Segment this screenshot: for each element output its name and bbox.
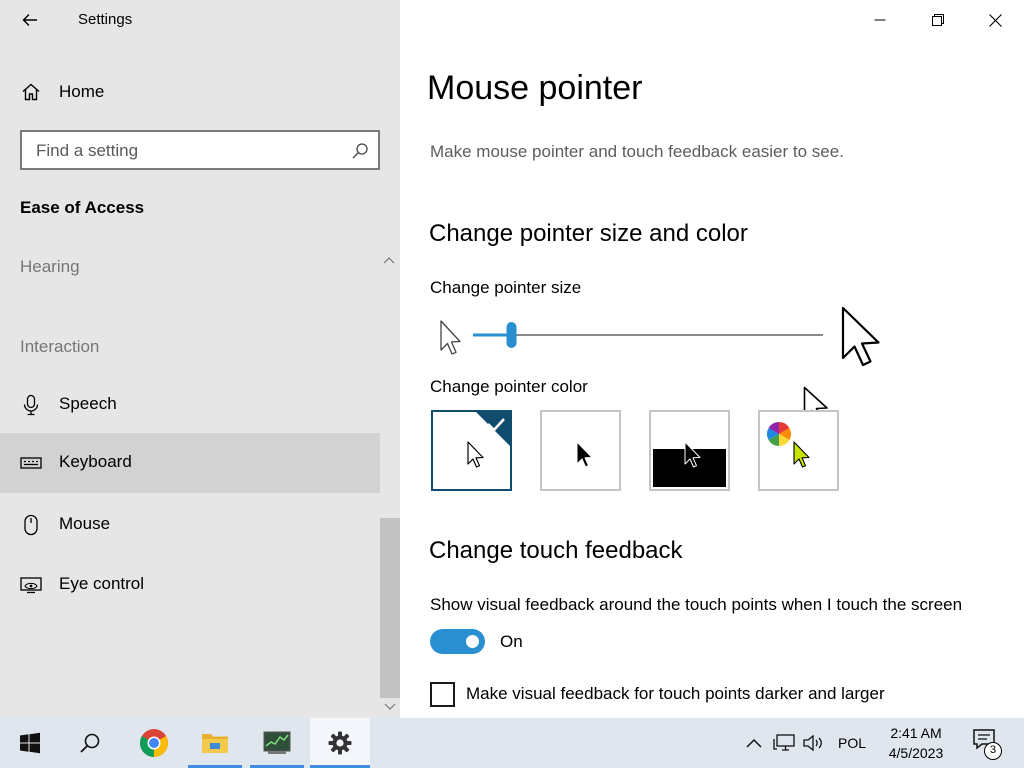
pointer-size-slider[interactable] (430, 310, 900, 370)
mouse-icon (20, 514, 42, 536)
keyboard-icon (20, 452, 42, 474)
page-title: Mouse pointer (427, 69, 643, 107)
color-wheel-icon (766, 422, 792, 446)
sidebar-item-label: Speech (59, 394, 117, 413)
toggle-knob (466, 635, 479, 648)
touch-feedback-label: Show visual feedback around the touch po… (430, 595, 963, 614)
sidebar-item-keyboard[interactable]: Keyboard (0, 433, 380, 493)
section-title: Ease of Access (20, 198, 145, 217)
darker-feedback-checkbox[interactable] (430, 682, 455, 707)
touch-section-heading: Change touch feedback (429, 537, 683, 564)
network-icon (773, 734, 795, 751)
notification-count-badge: 3 (984, 742, 1002, 760)
taskbar-search-button[interactable] (60, 718, 120, 768)
sidebar-item-label: Mouse (59, 514, 111, 533)
large-pointer-preview-icon (841, 306, 880, 367)
group-label-hearing: Hearing (20, 257, 80, 276)
sidebar-item-eye-control[interactable]: Eye control (0, 555, 380, 615)
network-tray-button[interactable] (773, 732, 795, 754)
clock[interactable]: 2:41 AM 4/5/2023 (882, 723, 950, 763)
page-description: Make mouse pointer and touch feedback ea… (430, 142, 844, 161)
close-icon (988, 13, 1002, 27)
pointer-color-label: Change pointer color (430, 377, 588, 396)
home-label: Home (59, 82, 105, 101)
settings-taskbar-button[interactable] (310, 718, 370, 768)
sidebar-item-speech[interactable]: Speech (0, 375, 380, 435)
close-button[interactable] (967, 0, 1023, 40)
pointer-color-black[interactable] (540, 410, 621, 491)
minimize-button[interactable] (852, 0, 908, 40)
chrome-taskbar-button[interactable] (124, 718, 184, 768)
home-nav-item[interactable]: Home (0, 70, 400, 114)
search-input[interactable] (36, 140, 346, 162)
darker-feedback-label: Make visual feedback for touch points da… (466, 684, 885, 703)
clock-date: 4/5/2023 (888, 745, 944, 761)
minimize-icon (874, 19, 886, 21)
title-bar: Settings (0, 0, 400, 40)
eye-control-icon (20, 574, 42, 596)
file-explorer-taskbar-button[interactable] (188, 718, 242, 768)
input-language-indicator[interactable]: POL (838, 735, 866, 751)
sidebar-item-mouse[interactable]: Mouse (0, 495, 380, 555)
volume-tray-button[interactable] (802, 732, 824, 754)
chevron-down-icon[interactable] (383, 701, 397, 713)
clock-time: 2:41 AM (890, 725, 942, 741)
pointer-color-custom[interactable] (758, 410, 839, 491)
group-label-interaction: Interaction (20, 337, 100, 356)
restore-icon (932, 14, 944, 26)
chevron-up-icon[interactable] (382, 254, 396, 266)
main-content: Mouse pointer Make mouse pointer and tou… (400, 0, 1024, 718)
sidebar-item-label: Eye control (59, 574, 145, 593)
settings-icon (328, 731, 352, 755)
start-button[interactable] (0, 718, 60, 768)
sidebar-scrollbar[interactable] (380, 518, 400, 698)
task-manager-taskbar-button[interactable] (250, 718, 304, 768)
pointer-color-white[interactable] (431, 410, 512, 491)
back-arrow-icon (22, 14, 37, 26)
sidebar: Settings Home Ease of Access Hearing Int… (0, 0, 400, 718)
toggle-state-label: On (500, 632, 523, 651)
chrome-icon (140, 729, 168, 757)
microphone-icon (20, 394, 42, 416)
action-center-button[interactable]: 3 (968, 728, 1008, 760)
show-hidden-icons-button[interactable] (743, 732, 765, 754)
maximize-button[interactable] (910, 0, 966, 40)
slider-thumb[interactable] (506, 322, 517, 348)
sidebar-item-label: Keyboard (59, 452, 132, 471)
touch-feedback-toggle[interactable] (430, 629, 485, 654)
speaker-icon (803, 734, 822, 752)
home-icon (20, 81, 42, 103)
task-manager-icon (263, 731, 291, 754)
windows-logo-icon (20, 732, 40, 754)
app-title: Settings (78, 11, 133, 28)
pointer-section-heading: Change pointer size and color (429, 220, 748, 247)
taskbar: POL 2:41 AM 4/5/2023 3 (0, 718, 1024, 768)
search-icon (80, 733, 100, 753)
search-icon (352, 143, 368, 159)
search-box[interactable] (20, 130, 380, 170)
file-explorer-icon (202, 734, 228, 753)
pointer-color-inverted[interactable] (649, 410, 730, 491)
pointer-size-label: Change pointer size (430, 278, 582, 297)
back-button[interactable] (14, 6, 46, 34)
small-pointer-icon (440, 320, 461, 355)
chevron-up-icon (746, 738, 762, 748)
